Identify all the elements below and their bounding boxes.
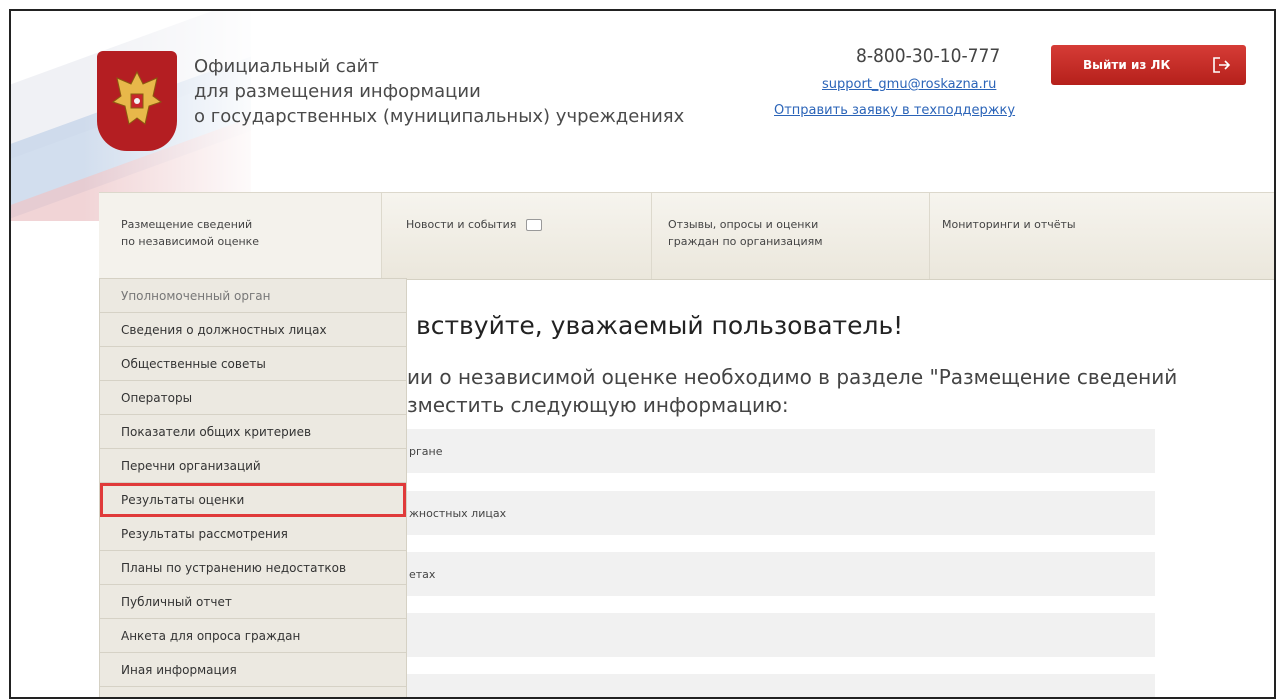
greeting-heading: вствуйте, уважаемый пользователь!	[416, 311, 904, 340]
support-request-link[interactable]: Отправить заявку в техподдержку	[774, 103, 1015, 118]
submenu-item-organization-lists[interactable]: Перечни организаций	[100, 449, 406, 483]
info-row[interactable]: жностных лицах	[407, 491, 1155, 535]
submenu-dropdown: Уполномоченный орган Сведения о должност…	[99, 278, 407, 697]
site-title-line: о государственных (муниципальных) учрежд…	[194, 106, 685, 127]
submenu-item-other-info[interactable]: Иная информация	[100, 653, 406, 687]
nav-item-independent-assessment[interactable]: Размещение сведений по независимой оценк…	[99, 193, 381, 279]
submenu-item-authorized-body[interactable]: Уполномоченный орган	[100, 279, 406, 313]
site-title-line: для размещения информации	[194, 81, 481, 102]
site-title-line: Официальный сайт	[194, 56, 379, 77]
exit-icon	[1213, 57, 1231, 73]
nav-label: Отзывы, опросы и оценки	[668, 218, 819, 231]
nav-item-monitoring[interactable]: Мониторинги и отчёты	[929, 193, 1274, 279]
nav-label: Новости и события	[406, 218, 517, 231]
nav-item-feedback[interactable]: Отзывы, опросы и оценки граждан по орган…	[651, 193, 929, 279]
submenu-item-citizen-survey[interactable]: Анкета для опроса граждан	[100, 619, 406, 653]
info-row[interactable]	[407, 613, 1155, 657]
instruction-line: ии о независимой оценке необходимо в раз…	[407, 365, 1178, 389]
submenu-item-public-councils[interactable]: Общественные советы	[100, 347, 406, 381]
submenu-item-improvement-plans[interactable]: Планы по устранению недостатков	[100, 551, 406, 585]
info-row[interactable]: етах	[407, 552, 1155, 596]
submenu-item-officials[interactable]: Сведения о должностных лицах	[100, 313, 406, 347]
submenu-item-assessment-results[interactable]: Результаты оценки	[100, 483, 406, 517]
main-navigation: Размещение сведений по независимой оценк…	[99, 192, 1274, 280]
instruction-line: зместить следующую информацию:	[407, 393, 789, 417]
nav-label: по независимой оценке	[121, 235, 260, 248]
support-email-link[interactable]: support_gmu@roskazna.ru	[822, 77, 996, 92]
info-row[interactable]: ргане	[407, 429, 1155, 473]
logout-button[interactable]: Выйти из ЛК	[1051, 45, 1246, 85]
site-title: Официальный сайт для размещения информац…	[194, 54, 684, 129]
support-phone: 8-800-30-10-777	[856, 45, 1001, 67]
submenu-item-operators[interactable]: Операторы	[100, 381, 406, 415]
nav-item-news[interactable]: Новости и события	[381, 193, 651, 279]
browser-frame: Официальный сайт для размещения информац…	[9, 9, 1276, 699]
submenu-item-review-results[interactable]: Результаты рассмотрения	[100, 517, 406, 551]
nav-label: Размещение сведений	[121, 218, 253, 231]
eagle-icon	[111, 70, 163, 125]
news-icon	[526, 219, 543, 231]
submenu-item-criteria[interactable]: Показатели общих критериев	[100, 415, 406, 449]
instruction-text: ии о независимой оценке необходимо в раз…	[407, 363, 1177, 419]
nav-label: граждан по организациям	[668, 235, 823, 248]
logout-label: Выйти из ЛК	[1083, 58, 1171, 72]
nav-label: Мониторинги и отчёты	[942, 218, 1076, 231]
submenu-item-public-report[interactable]: Публичный отчет	[100, 585, 406, 619]
info-row[interactable]	[407, 674, 1155, 697]
coat-of-arms-logo[interactable]	[97, 51, 177, 151]
